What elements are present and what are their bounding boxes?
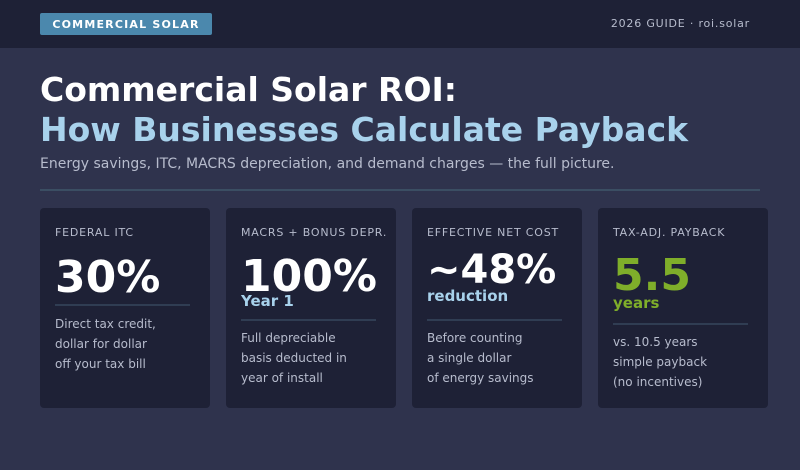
stat-description-line: basis deducted in [241,351,347,365]
stat-subvalue: reduction [427,287,509,305]
stat-subvalue: years [613,294,660,312]
stat-description-line: Before counting [427,331,523,345]
stat-card-macrs: MACRS + BONUS DEPR. 100% Year 1 Full dep… [226,208,396,408]
stat-subvalue: Year 1 [241,292,294,310]
stat-card-net-cost: EFFECTIVE NET COST ~48% reduction Before… [412,208,582,408]
stat-divider [241,319,376,321]
stat-card-payback: TAX-ADJ. PAYBACK 5.5 years vs. 10.5 year… [598,208,768,408]
category-badge: COMMERCIAL SOLAR [40,13,212,35]
stat-description-line: of energy savings [427,371,534,385]
page-title: Commercial Solar ROI: [40,70,457,109]
stat-label: EFFECTIVE NET COST [427,226,560,239]
stat-description-line: dollar for dollar [55,337,147,351]
stat-description-line: vs. 10.5 years [613,335,698,349]
stat-description-line: a single dollar [427,351,512,365]
stat-description: Before counting a single dollar of energ… [427,328,534,388]
stat-label: FEDERAL ITC [55,226,134,239]
stat-value: ~48% [427,247,557,293]
stat-divider [55,304,190,306]
stat-value: 5.5 [613,250,691,301]
stat-description: Full depreciable basis deducted in year … [241,328,347,388]
stat-divider [613,323,748,325]
stat-description: vs. 10.5 years simple payback (no incent… [613,332,707,392]
stat-label: TAX-ADJ. PAYBACK [613,226,726,239]
stat-card-federal-itc: FEDERAL ITC 30% Direct tax credit, dolla… [40,208,210,408]
stat-description-line: off your tax bill [55,357,146,371]
stat-description-line: year of install [241,371,323,385]
stat-description-line: Direct tax credit, [55,317,156,331]
stat-description-line: Full depreciable [241,331,336,345]
stat-description: Direct tax credit, dollar for dollar off… [55,314,156,374]
stat-label: MACRS + BONUS DEPR. [241,226,388,239]
top-bar: COMMERCIAL SOLAR 2026 GUIDE · roi.solar [0,0,800,48]
stat-divider [427,319,562,321]
guide-label: 2026 GUIDE · roi.solar [610,17,750,30]
stat-description-line: (no incentives) [613,375,703,389]
page-title-accent: How Businesses Calculate Payback [40,110,689,149]
page-subtitle: Energy savings, ITC, MACRS depreciation,… [40,156,615,172]
stat-description-line: simple payback [613,355,708,369]
stat-value: 30% [55,252,161,303]
header-divider [40,189,760,191]
